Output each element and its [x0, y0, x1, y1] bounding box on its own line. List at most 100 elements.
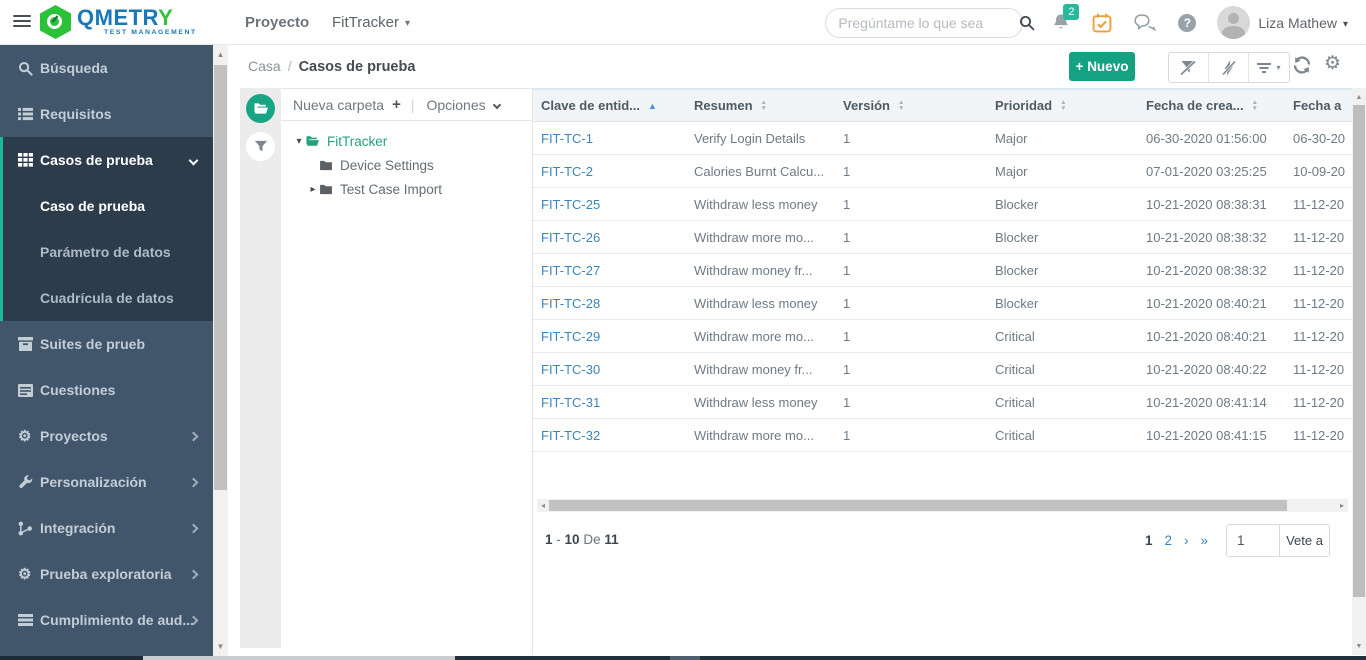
archive-box-icon	[18, 337, 40, 351]
test-case-link[interactable]: FIT-TC-25	[533, 197, 686, 212]
help-icon[interactable]: ?	[1178, 13, 1197, 32]
gear-icon: ⚙	[18, 565, 32, 583]
clear-filter-icon[interactable]	[1169, 53, 1209, 82]
test-case-link[interactable]: FIT-TC-27	[533, 263, 686, 278]
column-header-prioridad[interactable]: Prioridad ▲ ▼	[987, 90, 1138, 121]
search-icon[interactable]	[1019, 15, 1035, 31]
table-row[interactable]: FIT-TC-32 Withdraw more mo... 1 Critical 10-…	[533, 419, 1352, 452]
last-page-icon[interactable]: »	[1200, 533, 1208, 548]
sidebar-item-parametro-de-datos[interactable]: Parámetro de datos	[0, 229, 213, 275]
column-header-resumen[interactable]: Resumen ▲ ▼	[686, 90, 835, 121]
chevron-right-icon	[188, 569, 199, 579]
table-row[interactable]: FIT-TC-27 Withdraw money fr... 1 Blocker 10-…	[533, 254, 1352, 287]
chevron-right-icon	[188, 523, 199, 533]
project-selector[interactable]: FitTracker ▾	[332, 14, 410, 31]
sidebar-item-integracion[interactable]: Integración	[0, 505, 213, 551]
sidebar-item-prueba-exploratoria[interactable]: ⚙ Prueba exploratoria	[0, 551, 213, 597]
new-button[interactable]: + Nuevo	[1069, 52, 1135, 81]
refresh-icon[interactable]	[1292, 56, 1312, 74]
filter-view-button[interactable]	[246, 132, 275, 161]
column-header-clave[interactable]: Clave de entid... ▲	[533, 90, 686, 121]
test-case-link[interactable]: FIT-TC-2	[533, 164, 686, 179]
sidebar-item-requisitos[interactable]: Requisitos	[0, 91, 213, 137]
notifications-bell-icon[interactable]: 2	[1052, 4, 1080, 32]
test-case-link[interactable]: FIT-TC-30	[533, 362, 686, 377]
table-row[interactable]: FIT-TC-31 Withdraw less money 1 Critical 10-…	[533, 386, 1352, 419]
column-header-version[interactable]: Versión ▲ ▼	[835, 90, 987, 121]
page-2-link[interactable]: 2	[1164, 533, 1172, 548]
sidebar-item-cuestiones[interactable]: Cuestiones	[0, 367, 213, 413]
new-folder-button[interactable]: Nueva carpeta	[293, 97, 384, 113]
test-case-link[interactable]: FIT-TC-28	[533, 296, 686, 311]
folder-icon	[319, 184, 333, 195]
scroll-left-icon[interactable]: ◂	[537, 501, 549, 510]
scroll-down-icon[interactable]: ▼	[1352, 639, 1366, 653]
folder-tree-panel: Nueva carpeta + | Opciones ▾ FitTracker …	[281, 88, 533, 655]
add-folder-icon[interactable]: +	[392, 96, 401, 113]
next-page-icon[interactable]: ›	[1184, 533, 1189, 548]
hamburger-menu-icon[interactable]	[13, 15, 31, 29]
test-case-link[interactable]: FIT-TC-26	[533, 230, 686, 245]
goto-page-input[interactable]	[1227, 525, 1279, 556]
sort-icon: ▲ ▼	[760, 99, 767, 112]
search-icon	[18, 61, 40, 76]
logo-tagline: TEST MANAGEMENT	[104, 29, 197, 37]
search-input[interactable]	[838, 14, 1020, 31]
vertical-scrollbar-thumb[interactable]	[1353, 105, 1365, 597]
scroll-down-icon[interactable]: ▼	[213, 639, 228, 654]
caret-right-icon[interactable]: ▸	[307, 184, 319, 195]
scroll-up-icon[interactable]: ▲	[213, 47, 228, 62]
breadcrumb-row: Casa / Casos de prueba + Nuevo ▾ ⚙	[228, 45, 1352, 88]
calendar-icon[interactable]	[1092, 13, 1112, 33]
user-menu[interactable]: Liza Mathew ▾	[1258, 15, 1348, 31]
breadcrumb-home[interactable]: Casa	[248, 58, 281, 74]
test-case-link[interactable]: FIT-TC-1	[533, 131, 686, 146]
sidebar-scrollbar: ▲ ▼	[213, 45, 228, 656]
notification-count-badge: 2	[1063, 4, 1080, 20]
table-row[interactable]: FIT-TC-2 Calories Burnt Calcu... 1 Major 07-…	[533, 155, 1352, 188]
breadcrumb-current: Casos de prueba	[298, 59, 416, 75]
sidebar-item-caso-de-prueba[interactable]: Caso de prueba	[0, 183, 213, 229]
scroll-right-icon[interactable]: ▸	[1336, 501, 1348, 510]
test-case-link[interactable]: FIT-TC-31	[533, 395, 686, 410]
test-case-link[interactable]: FIT-TC-29	[533, 329, 686, 344]
test-case-link[interactable]: FIT-TC-32	[533, 428, 686, 443]
table-row[interactable]: FIT-TC-28 Withdraw less money 1 Blocker 10-2…	[533, 287, 1352, 320]
column-header-fecha-creacion[interactable]: Fecha de crea... ▲ ▼	[1138, 90, 1285, 121]
table-row[interactable]: FIT-TC-1 Verify Login Details 1 Major 06-30-…	[533, 122, 1352, 155]
sidebar-item-casos-de-prueba[interactable]: Casos de prueba	[0, 137, 213, 183]
caret-down-icon[interactable]: ▾	[293, 136, 305, 147]
horizontal-scrollbar-thumb[interactable]	[549, 500, 1287, 511]
sidebar-scrollbar-thumb[interactable]	[214, 65, 227, 490]
breadcrumb: Casa / Casos de prueba	[248, 58, 416, 75]
tree-node-root[interactable]: ▾ FitTracker	[281, 129, 532, 153]
global-search	[825, 7, 1035, 38]
top-bar: QMETRY TEST MANAGEMENT Proyecto FitTrack…	[0, 0, 1366, 45]
pagination-bar: 1 - 10 De 11 1 2 › » Vete a	[533, 520, 1352, 562]
table-row[interactable]: FIT-TC-29 Withdraw more mo... 1 Critical 10-…	[533, 320, 1352, 353]
column-header-fecha-a[interactable]: Fecha a	[1285, 90, 1352, 121]
sidebar-item-proyectos[interactable]: ⚙ Proyectos	[0, 413, 213, 459]
settings-gear-icon[interactable]: ⚙	[1324, 52, 1341, 75]
user-avatar[interactable]	[1217, 6, 1251, 39]
sidebar-item-personalizacion[interactable]: Personalización	[0, 459, 213, 505]
flash-off-icon[interactable]	[1209, 53, 1249, 82]
sidebar-item-cuadricula-de-datos[interactable]: Cuadrícula de datos	[0, 275, 213, 321]
scroll-up-icon[interactable]: ▲	[1352, 90, 1366, 104]
filter-lines-icon[interactable]: ▾	[1249, 53, 1289, 82]
goto-page-button[interactable]: Vete a	[1279, 525, 1329, 556]
sidebar-item-suites-de-prueba[interactable]: Suites de prueb	[0, 321, 213, 367]
sidebar-item-cumplimiento[interactable]: Cumplimiento de aud...	[0, 597, 213, 643]
table-row[interactable]: FIT-TC-25 Withdraw less money 1 Blocker 10-2…	[533, 188, 1352, 221]
tree-node-test-case-import[interactable]: ▸ Test Case Import	[281, 177, 532, 201]
table-row[interactable]: FIT-TC-26 Withdraw more mo... 1 Blocker 10-2…	[533, 221, 1352, 254]
gears-icon: ⚙	[18, 427, 32, 445]
sidebar-item-busqueda[interactable]: Búsqueda	[0, 45, 213, 91]
logo-wordmark: QMETRY	[77, 5, 174, 31]
page-1-current[interactable]: 1	[1145, 533, 1153, 548]
options-dropdown[interactable]: Opciones	[426, 97, 485, 113]
chat-icon[interactable]	[1134, 14, 1157, 31]
tree-node-device-settings[interactable]: Device Settings	[281, 153, 532, 177]
table-row[interactable]: FIT-TC-30 Withdraw money fr... 1 Critical 10…	[533, 353, 1352, 386]
folder-view-button[interactable]	[246, 94, 275, 123]
